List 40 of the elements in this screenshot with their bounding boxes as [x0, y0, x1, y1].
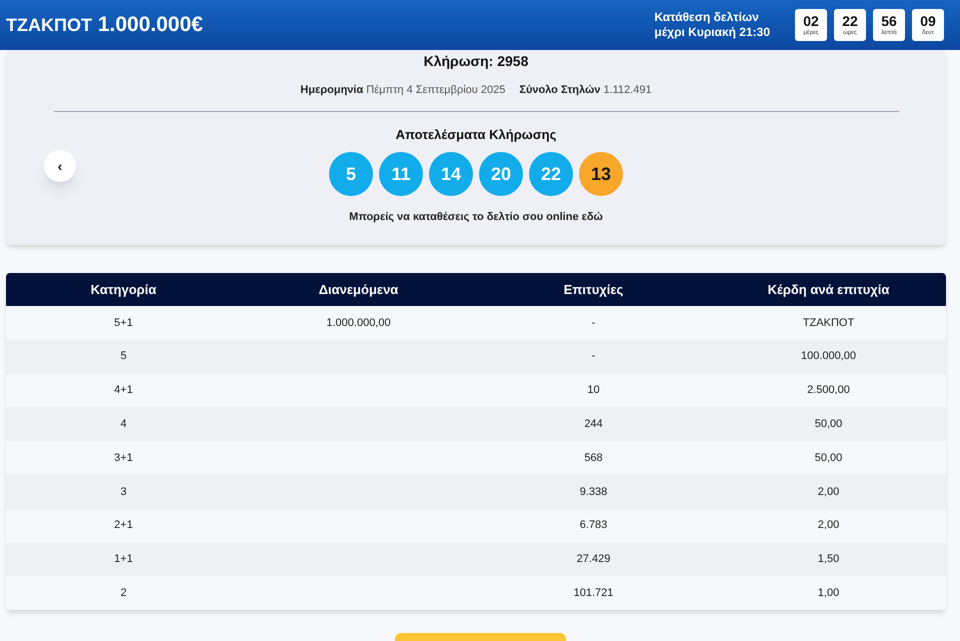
column-header: Κέρδη ανά επιτυχία: [766, 280, 890, 299]
column-header: Κατηγορία: [90, 280, 158, 299]
draw-title: Κλήρωση: 2958: [424, 52, 528, 71]
table-cell-text: 3+1: [114, 450, 133, 466]
columns-total: Σύνολο Στηλών 1.112.491: [519, 83, 652, 98]
table-cell-text: 9.338: [580, 484, 608, 500]
table-cell-text: 568: [584, 450, 603, 466]
table-cell-text: 6.783: [580, 518, 608, 534]
table-cell-text: 2+1: [114, 518, 133, 534]
draw-date: Ημερομηνία Πέμπτη 4 Σεπτεμβρίου 2025: [300, 83, 506, 98]
table-cell-text: 4+1: [114, 383, 133, 398]
column-header: Επιτυχίες: [562, 280, 624, 299]
jackpot-title: ΤΖΑΚΠΟΤ 1.000.000€: [6, 12, 203, 38]
table-cell-text: 27.429: [576, 552, 610, 568]
table-cell-text: ΤΖΑΚΠΟΤ: [802, 316, 854, 331]
table-cell-text: 1+1: [114, 552, 133, 568]
results-title: Αποτελέσματα Κλήρωσης: [396, 126, 556, 144]
table-cell-text: 5: [120, 349, 127, 364]
table-cell-text: 2.500,00: [807, 383, 850, 398]
table-cell-text: 244: [584, 417, 603, 432]
online-link[interactable]: Μπορείς να καταθέσεις το δελτίο σου online εδώ: [349, 209, 603, 226]
table-cell-text: -: [592, 349, 596, 364]
table-cell-text: 2,00: [818, 484, 840, 500]
table-cell-text: 100.000,00: [800, 349, 856, 364]
table-cell-text: 2: [120, 586, 127, 602]
table-cell-text: 3: [120, 484, 127, 500]
table-cell-text: 101.721: [574, 586, 614, 602]
table-cell-text: 50,00: [814, 417, 842, 432]
table-cell-text: 2,00: [818, 518, 840, 534]
table-cell-text: 5+1: [114, 316, 133, 331]
table-cell-text: 4: [120, 417, 127, 432]
table-cell-text: 50,00: [814, 450, 842, 466]
previous-button[interactable]: ‹: [44, 150, 76, 182]
column-header: Διανεμόμενα: [318, 280, 400, 299]
table-cell-text: -: [592, 316, 596, 331]
table-cell-text: 1.000.000,00: [326, 316, 391, 331]
table-cell-text: 1,00: [818, 586, 840, 602]
table-cell-text: 10: [587, 383, 600, 398]
table-cell-text: 1,50: [818, 552, 840, 568]
deadline-text: Κατάθεση δελτίων μέχρι Κυριακή 21:30: [654, 10, 770, 40]
